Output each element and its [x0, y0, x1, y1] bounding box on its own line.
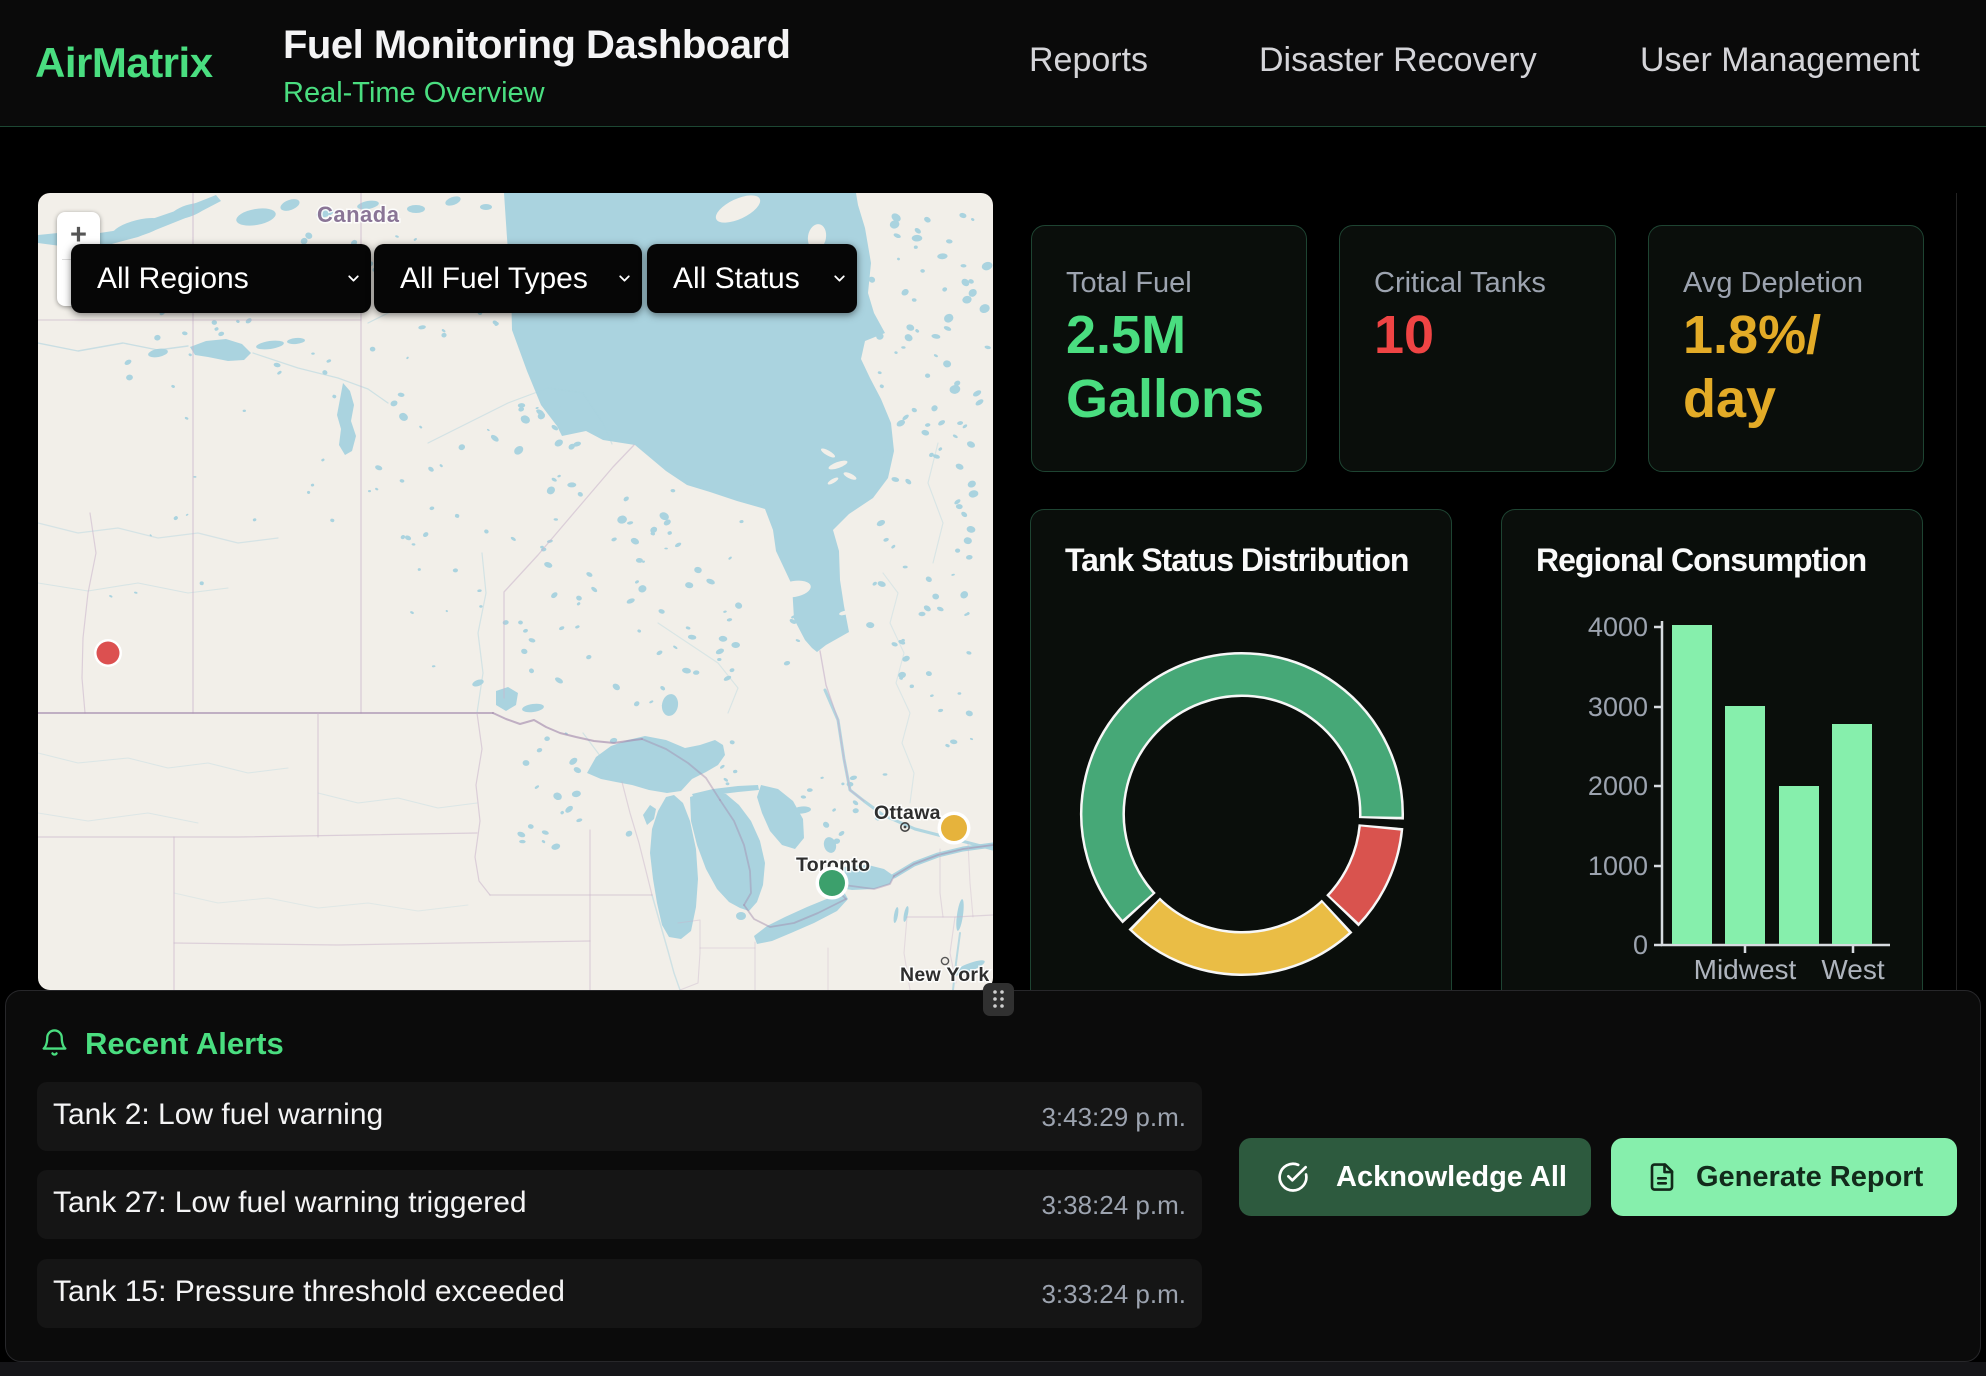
svg-text:Midwest: Midwest [1694, 954, 1797, 985]
svg-text:2000: 2000 [1588, 771, 1648, 801]
svg-text:1000: 1000 [1588, 851, 1648, 881]
svg-text:West: West [1821, 954, 1884, 985]
svg-text:3000: 3000 [1588, 692, 1648, 722]
svg-text:4000: 4000 [1588, 612, 1648, 642]
svg-text:0: 0 [1633, 930, 1648, 960]
svg-text:New York: New York [900, 964, 989, 986]
svg-text:Canada: Canada [317, 202, 400, 227]
svg-text:Ottawa: Ottawa [874, 802, 941, 824]
